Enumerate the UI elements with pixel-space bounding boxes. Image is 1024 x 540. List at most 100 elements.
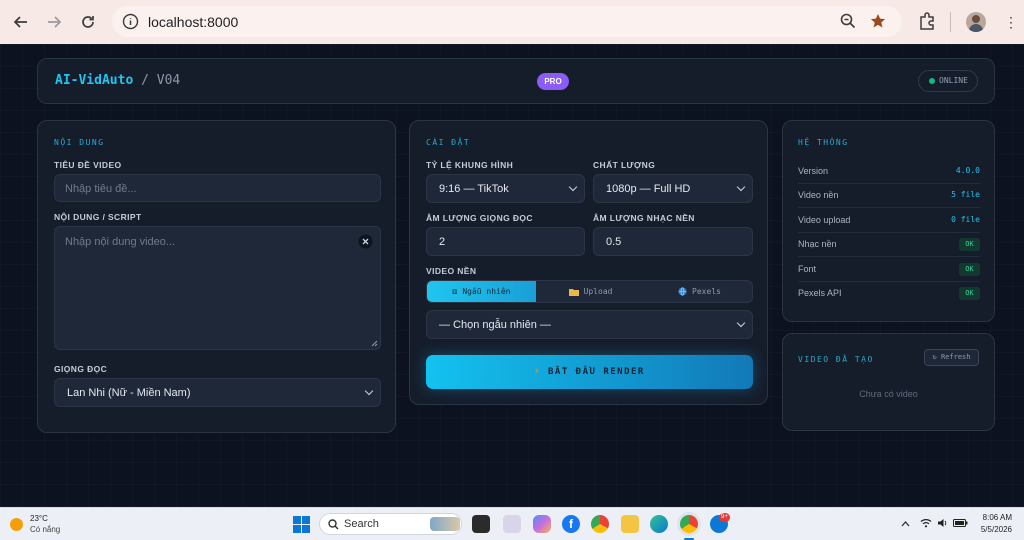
system-row: Nhạc nền OK [798,233,980,257]
bg-video-select-value: — Chọn ngẫu nhiên — [439,319,551,331]
widgets-icon[interactable] [503,515,521,533]
start-render-button[interactable]: ⚡ BẮT ĐẦU RENDER [426,355,753,389]
sun-weather-icon[interactable] [10,518,23,531]
windows-start-icon[interactable] [293,516,310,533]
reload-icon [82,16,94,28]
browser-toolbar: localhost:8000 ⋮ [0,0,1024,44]
brand-name: AI-VidAuto [55,73,134,88]
script-textarea[interactable]: Nhập nội dung video... [54,226,381,350]
system-row: Version 4.0.0 [798,160,980,184]
folder-icon [568,288,579,296]
ok-badge: OK [959,287,980,300]
tab-pexels[interactable]: Pexels [645,281,752,302]
search-highlight-image [430,517,460,531]
dice-icon: ⚅ [452,287,458,296]
chevron-down-icon [736,318,746,328]
quality-select[interactable]: 1080p — Full HD [593,174,753,203]
weather-condition[interactable]: Có nắng [30,525,60,534]
clock-time[interactable]: 8:06 AM [978,513,1012,522]
settings-card: CÀI ĐẶT TỶ LỆ KHUNG HÌNH 9:16 — TikTok C… [409,120,768,405]
globe-icon [678,287,687,296]
music-volume-value: 0.5 [606,236,622,248]
info-icon[interactable] [122,13,139,30]
bookmark-star-icon[interactable] [870,13,886,29]
aspect-value: 9:16 — TikTok [439,183,509,195]
refresh-button[interactable]: ↻ Refresh [924,349,979,366]
settings-card-title: CÀI ĐẶT [426,138,471,147]
profile-avatar[interactable] [966,12,986,32]
voice-select[interactable]: Lan Nhi (Nữ - Miền Nam) [54,378,381,407]
system-key: Pexels API [798,288,842,298]
address-bar[interactable]: localhost:8000 [112,6,902,37]
search-icon [328,519,339,530]
voice-volume-label: ÂM LƯỢNG GIỌNG ĐỌC [426,213,533,223]
chevron-up-icon[interactable] [901,520,910,527]
status-badge: ONLINE [918,70,978,92]
forward-button[interactable] [42,10,66,34]
empty-state-text: Chưa có video [859,389,918,399]
facebook-icon[interactable]: f [562,515,580,533]
script-label: NỘI DUNG / SCRIPT [54,212,142,222]
chevron-down-icon [568,182,578,192]
speaker-icon[interactable] [937,518,949,528]
video-title-input[interactable]: Nhập tiêu đề... [54,174,381,202]
system-key: Nhạc nền [798,239,837,249]
reload-button[interactable] [76,10,100,34]
bg-video-label: VIDEO NỀN [426,266,477,276]
app-header: AI-VidAuto / V04 PRO ONLINE [37,58,995,104]
arrow-left-icon [13,16,27,28]
bg-video-select[interactable]: — Chọn ngẫu nhiên — [426,310,753,339]
aspect-label: TỶ LỆ KHUNG HÌNH [426,160,514,170]
copilot-icon[interactable] [533,515,551,533]
task-view-icon[interactable] [472,515,490,533]
chevron-down-icon [736,182,746,192]
brand-separator: / [133,73,157,88]
tab-pexels-label: Pexels [692,287,721,296]
file-explorer-icon[interactable] [621,515,639,533]
system-key: Version [798,166,829,176]
chrome-active-icon[interactable] [680,515,698,533]
tab-random[interactable]: ⚅ Ngẫu nhiên [427,281,536,302]
voice-value: Lan Nhi (Nữ - Miền Nam) [67,387,191,399]
music-volume-input[interactable]: 0.5 [593,227,753,256]
music-volume-label: ÂM LƯỢNG NHẠC NỀN [593,213,695,223]
url-text: localhost:8000 [148,14,239,30]
lightning-icon: ⚡ [534,367,542,377]
script-placeholder: Nhập nội dung video... [65,236,176,248]
clock-date[interactable]: 5/5/2026 [972,525,1012,534]
status-text: ONLINE [939,76,968,85]
system-key: Video nền [798,190,839,200]
extensions-icon[interactable] [918,12,936,30]
voice-volume-value: 2 [439,236,446,248]
edge-icon[interactable] [650,515,668,533]
quality-value: 1080p — Full HD [606,183,691,195]
system-value: 0 file [951,215,980,224]
app-page: AI-VidAuto / V04 PRO ONLINE NỘI DUNG TIÊ… [0,44,1024,507]
tab-upload[interactable]: Upload [536,281,645,302]
system-card: HỆ THỐNG Version 4.0.0 Video nền 5 file … [782,120,995,322]
tab-upload-label: Upload [583,287,613,296]
taskbar: 23°C Có nắng Search f 9+ 8:06 AM 5/5/202… [0,507,1024,540]
weather-temperature[interactable]: 23°C [30,514,48,523]
wifi-icon[interactable] [920,518,932,528]
zoom-icon[interactable] [840,13,856,29]
chrome-icon[interactable] [591,515,609,533]
voice-volume-input[interactable]: 2 [426,227,585,256]
video-title-placeholder: Nhập tiêu đề... [65,183,137,195]
back-button[interactable] [9,10,33,34]
notification-badge: 9+ [719,513,730,522]
aspect-select[interactable]: 9:16 — TikTok [426,174,585,203]
menu-kebab-icon[interactable]: ⋮ [1004,12,1018,32]
battery-icon[interactable] [953,519,968,527]
system-value: 5 file [951,190,980,199]
system-card-title: HỆ THỐNG [798,138,849,147]
toolbar-divider [950,12,951,32]
voice-label: GIỌNG ĐỌC [54,364,108,374]
content-card: NỘI DUNG TIÊU ĐỀ VIDEO Nhập tiêu đề... N… [37,120,396,433]
ok-badge: OK [959,263,980,276]
system-key: Video upload [798,215,851,225]
taskbar-search[interactable]: Search [319,513,462,535]
clear-icon[interactable] [358,234,373,249]
quality-label: CHẤT LƯỢNG [593,160,656,170]
resize-handle-icon[interactable] [371,340,378,347]
